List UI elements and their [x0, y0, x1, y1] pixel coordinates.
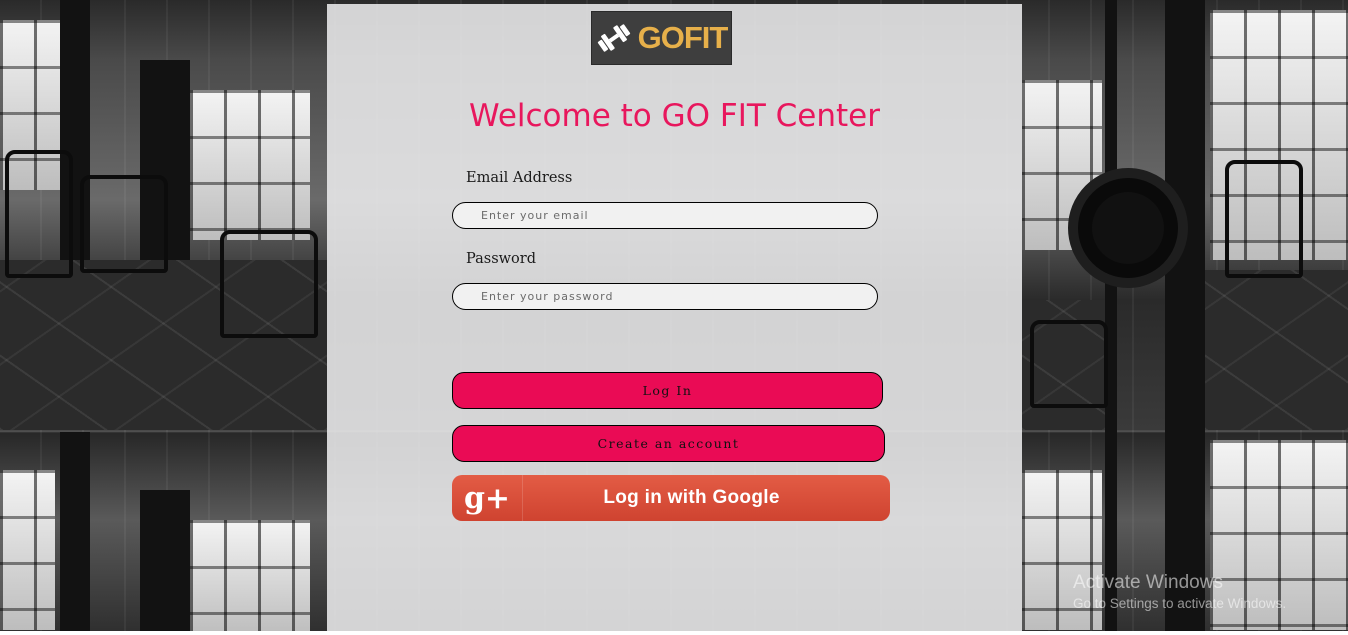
bg-window [0, 470, 55, 630]
email-field[interactable] [452, 202, 878, 229]
bg-bench [1030, 320, 1108, 408]
bottom-edge [0, 631, 1348, 635]
google-plus-icon: g+ [452, 475, 522, 521]
bg-pillar [60, 432, 90, 632]
google-login-label: Log in with Google [603, 487, 780, 508]
page-title: Welcome to GO FIT Center [468, 98, 880, 134]
bg-rack-pole [1105, 0, 1117, 635]
activate-windows-watermark: Activate Windows Go to Settings to activ… [1073, 572, 1286, 611]
gofit-logo: GOFIT [591, 11, 732, 65]
bg-elliptical [1225, 160, 1303, 278]
create-account-button[interactable]: Create an account [452, 425, 885, 462]
bg-window [190, 90, 310, 240]
password-label: Password [466, 251, 536, 267]
dumbbell-icon [597, 24, 630, 52]
bg-pillar [140, 490, 190, 635]
bg-weight-plate [1068, 168, 1188, 288]
watermark-subtitle: Go to Settings to activate Windows. [1073, 596, 1287, 611]
login-button[interactable]: Log In [452, 372, 883, 409]
bg-treadmill [80, 175, 168, 273]
bg-window [190, 520, 310, 635]
watermark-title: Activate Windows [1073, 572, 1223, 593]
google-plus-icon-text: g+ [463, 480, 511, 516]
logo-text: GOFIT [637, 20, 729, 55]
bg-floor [1205, 270, 1348, 430]
password-field[interactable] [452, 283, 878, 310]
login-button-label: Log In [642, 383, 693, 398]
login-panel: GOFIT Welcome to GO FIT Center Email Add… [327, 4, 1022, 635]
bg-bench [220, 230, 318, 338]
email-label: Email Address [466, 170, 573, 186]
bg-treadmill [5, 150, 73, 278]
create-account-button-label: Create an account [597, 436, 740, 451]
bg-pillar [1165, 0, 1205, 635]
google-login-button[interactable]: g+ Log in with Google [452, 475, 890, 521]
